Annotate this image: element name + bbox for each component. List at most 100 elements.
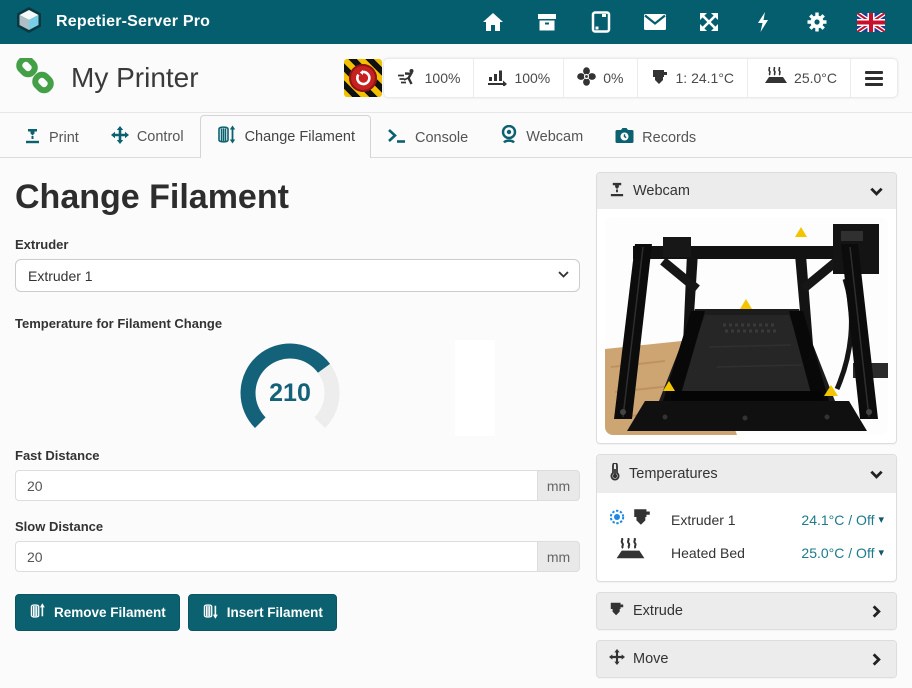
extrude-panel: Extrude [596, 592, 897, 630]
filament-down-icon [202, 603, 219, 622]
records-icon [615, 127, 634, 148]
selected-target-icon[interactable] [609, 509, 625, 530]
fan-value: 0% [603, 70, 623, 86]
extrude-panel-title: Extrude [633, 603, 683, 619]
tab-print-label: Print [49, 130, 79, 146]
manual-icon[interactable] [574, 11, 628, 33]
speed-badge[interactable]: 100% [384, 59, 475, 97]
home-icon[interactable] [466, 12, 520, 32]
settings-icon[interactable] [790, 11, 844, 33]
tab-webcam-label: Webcam [526, 129, 583, 145]
webcam-icon [500, 125, 518, 148]
repetier-logo-icon [14, 5, 44, 40]
fast-distance-unit: mm [537, 470, 580, 501]
tab-print[interactable]: Print [8, 117, 95, 158]
power-icon[interactable] [736, 11, 790, 33]
temperature-label: Temperature for Filament Change [15, 316, 580, 331]
connected-icon [15, 58, 55, 99]
webcam-image[interactable] [597, 209, 896, 443]
filament-up-icon [29, 603, 46, 622]
extruder-icon [632, 507, 652, 532]
temperatures-panel-header[interactable]: Temperatures [597, 455, 896, 493]
extruder-temp-dropdown[interactable]: 24.1°C / Off▾ [801, 512, 884, 528]
extrude-panel-header[interactable]: Extrude [597, 593, 896, 629]
collapse-chevron-icon [869, 184, 884, 199]
webcam-panel-header[interactable]: Webcam [597, 173, 896, 209]
insert-filament-label: Insert Filament [227, 605, 323, 620]
messages-icon[interactable] [628, 13, 682, 31]
flow-icon [487, 68, 507, 89]
temperatures-panel-title: Temperatures [629, 466, 718, 482]
temperature-value: 210 [269, 379, 311, 407]
move-panel-header[interactable]: Move [597, 641, 896, 677]
speed-value: 100% [425, 70, 461, 86]
tab-console[interactable]: Console [371, 118, 484, 158]
extruder-temp-value: 1: 24.1°C [676, 70, 735, 86]
printer-header: My Printer 100% [0, 44, 912, 113]
brand[interactable]: Repetier-Server Pro [14, 5, 210, 40]
slow-distance-input[interactable] [15, 541, 537, 572]
bed-name: Heated Bed [671, 545, 745, 561]
printer-box-icon[interactable] [520, 12, 574, 32]
fullscreen-icon[interactable] [682, 11, 736, 33]
caret-down-icon: ▾ [878, 513, 884, 526]
thermometer-icon [609, 463, 621, 485]
change-filament-panel: Change Filament Extruder Extruder 1 Temp… [15, 172, 580, 688]
navbar-icons [466, 11, 898, 33]
control-move-icon [111, 126, 129, 148]
extruder-temp-row: Extruder 1 24.1°C / Off▾ [609, 503, 884, 536]
top-navbar: Repetier-Server Pro [0, 0, 912, 44]
temperature-slider[interactable] [455, 340, 495, 436]
move-panel-title: Move [633, 651, 668, 667]
status-badges: 100% 100% [384, 59, 897, 97]
brand-name: Repetier-Server Pro [56, 13, 210, 31]
temperatures-panel: Temperatures [596, 454, 897, 582]
bed-temp-value: 25.0°C [794, 70, 837, 86]
bed-temp-row: Heated Bed 25.0°C / Off▾ [609, 536, 884, 569]
extruder-temp-badge[interactable]: 1: 24.1°C [638, 59, 749, 97]
print-icon [24, 127, 41, 148]
fan-icon [577, 67, 596, 89]
page-title: Change Filament [15, 178, 580, 217]
fan-badge[interactable]: 0% [564, 59, 637, 97]
temperature-knob[interactable]: 210 [235, 338, 345, 453]
webcam-panel: Webcam [596, 172, 897, 444]
bed-temp-dropdown[interactable]: 25.0°C / Off▾ [801, 545, 884, 561]
printer-menu-button[interactable] [851, 59, 897, 97]
console-icon [387, 128, 407, 148]
tab-webcam[interactable]: Webcam [484, 115, 599, 158]
tab-console-label: Console [415, 130, 468, 146]
speed-icon [397, 68, 418, 89]
emergency-stop-icon [349, 64, 377, 92]
insert-filament-button[interactable]: Insert Filament [188, 594, 337, 631]
fast-distance-input[interactable] [15, 470, 537, 501]
heated-bed-icon [611, 538, 645, 567]
remove-filament-button[interactable]: Remove Filament [15, 594, 180, 631]
webcam-print-icon [609, 181, 625, 201]
expand-chevron-icon [869, 604, 884, 619]
tab-records[interactable]: Records [599, 117, 712, 158]
tab-change-filament-label: Change Filament [245, 129, 355, 145]
right-sidebar: Webcam [596, 172, 897, 688]
temperature-gauge-row: 210 [15, 338, 580, 448]
caret-down-icon: ▾ [878, 546, 884, 559]
expand-chevron-icon [869, 652, 884, 667]
tab-control[interactable]: Control [95, 116, 200, 158]
printer-tabbar: Print Control Change Filament [0, 113, 912, 158]
flow-badge[interactable]: 100% [474, 59, 564, 97]
webcam-panel-title: Webcam [633, 183, 690, 199]
language-flag-icon[interactable] [844, 13, 898, 32]
extruder-name: Extruder 1 [671, 512, 736, 528]
remove-filament-label: Remove Filament [54, 605, 166, 620]
slow-distance-label: Slow Distance [15, 519, 580, 534]
tab-control-label: Control [137, 129, 184, 145]
extruder-icon [609, 601, 625, 621]
tab-change-filament[interactable]: Change Filament [200, 115, 371, 158]
collapse-chevron-icon [869, 467, 884, 482]
slow-distance-unit: mm [537, 541, 580, 572]
extruder-select[interactable]: Extruder 1 [15, 259, 580, 292]
move-icon [609, 649, 625, 669]
tab-records-label: Records [642, 130, 696, 146]
emergency-stop-button[interactable] [344, 59, 382, 97]
bed-temp-badge[interactable]: 25.0°C [748, 59, 851, 97]
